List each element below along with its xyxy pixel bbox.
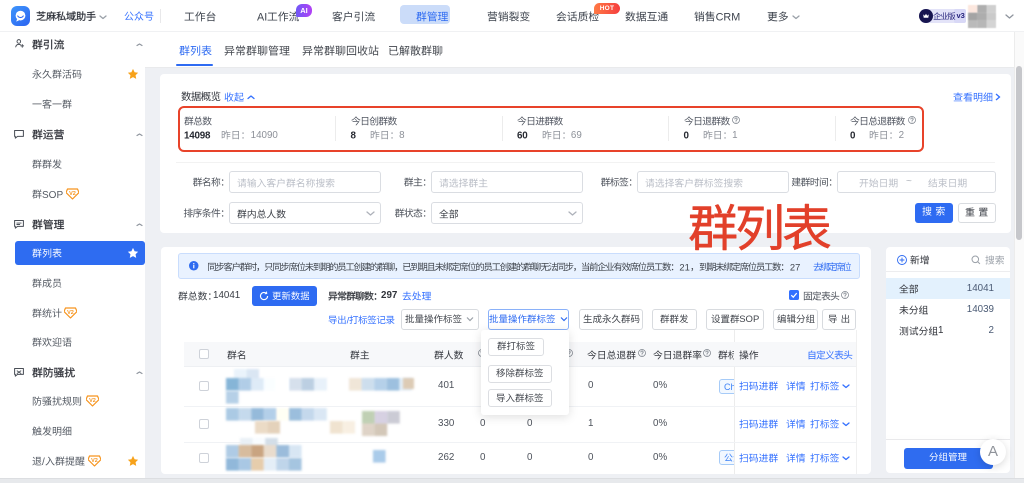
svg-text:V2: V2 (67, 310, 74, 316)
svg-text:V2: V2 (69, 191, 76, 197)
svg-text:V2: V2 (91, 458, 98, 464)
svg-text:V2: V2 (89, 398, 96, 404)
